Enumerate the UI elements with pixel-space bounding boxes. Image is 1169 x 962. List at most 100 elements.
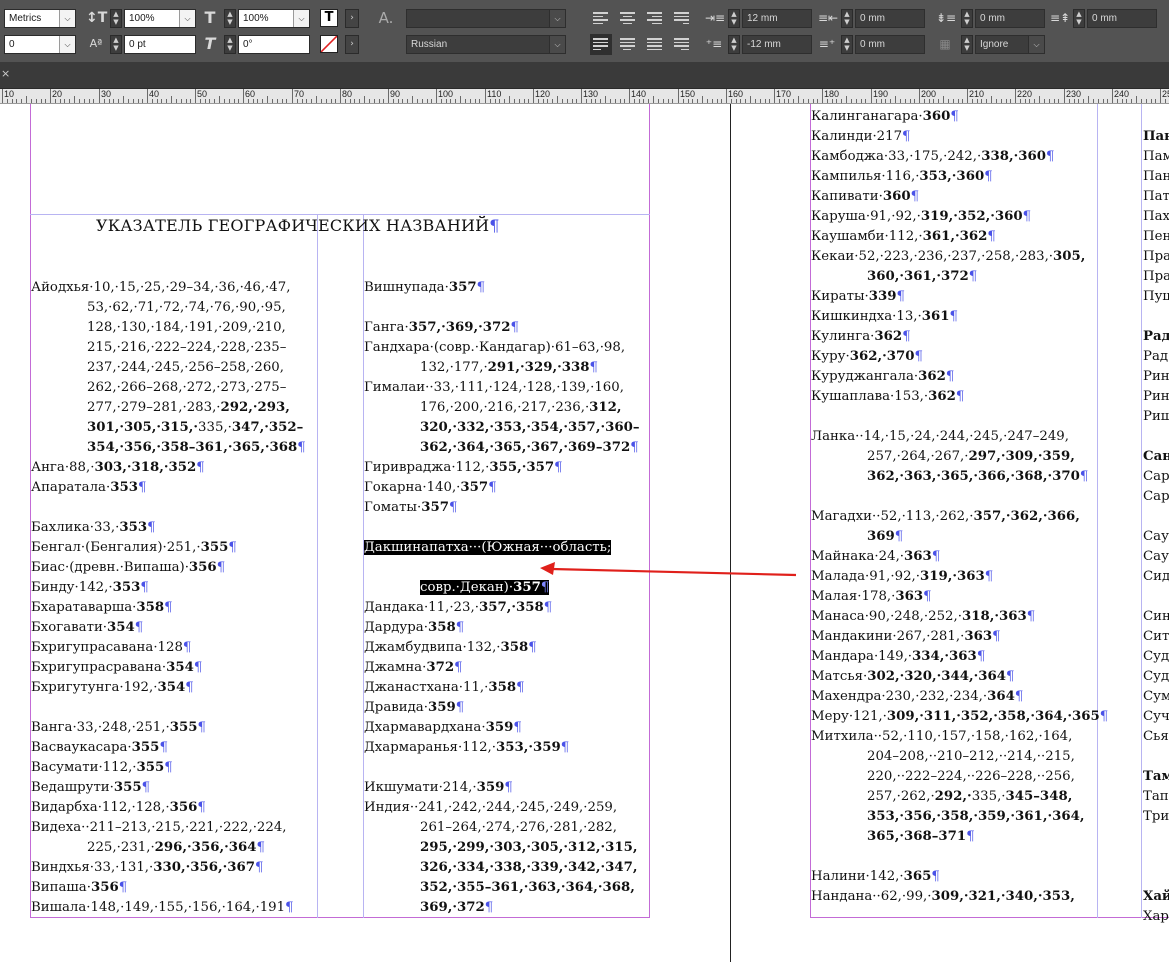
chevron-down-icon[interactable]: ⌵ [293,10,309,27]
bold-page-ref: 357,·369,·372 [408,320,511,335]
ruler-minor-tick [865,99,866,103]
justify-all-icon[interactable] [647,38,662,51]
ruler-minor-tick [663,99,664,103]
pilcrow: ¶ [140,580,149,595]
entry-segment: Пан [1143,169,1169,184]
right-indent-stepper[interactable]: ▲ ▼ [841,9,853,28]
last-line-indent-stepper[interactable]: ▲ ▼ [841,35,853,54]
bold-page-ref: 339 [868,289,897,304]
kerning-select[interactable]: Metrics ⌵ [4,9,76,28]
entry-text: 128,·130,·184,·191,·209,·210, [87,320,286,335]
chevron-right-icon[interactable]: › [345,9,359,28]
index-entry-line: Икшумати·214,·359¶ [364,778,650,798]
space-after-stepper[interactable]: ▲ ▼ [1073,9,1085,28]
space-before-field[interactable]: 0 mm [975,9,1045,28]
index-column-4[interactable]: Пан Пам Пан Пат Пах Пен Пра Пра Пуш Рад Рад Рин Рин Р… [1143,127,1169,927]
justify-left-icon[interactable] [590,34,612,55]
pilcrow: ¶ [543,600,553,615]
page-heading[interactable]: УКАЗАТЕЛЬ ГЕОГРАФИЧЕСКИХ НАЗВАНИЙ¶ [96,216,500,235]
entry-segment: Гоматы· [364,500,422,515]
language-select[interactable]: Russian ⌵ [406,35,566,54]
vertical-scale-stepper[interactable]: ▲ ▼ [110,9,122,28]
entry-text: Дандака·11,·23,·357,·358¶ [364,600,552,615]
ruler-major-tick [1015,89,1016,103]
font-style-select[interactable]: ⌵ [406,9,566,28]
column-guide [317,214,318,918]
entry-segment: 335,· [198,420,232,435]
justify-last-right-icon[interactable] [674,12,689,25]
pilcrow: ¶ [449,500,458,515]
entry-segment: Пах [1143,209,1169,224]
index-entry-line: Апаратала·353¶ [31,478,317,498]
tracking-field[interactable]: 0 ⌵ [4,35,76,54]
justify-right-icon[interactable] [674,38,689,51]
ruler-minor-tick [745,99,746,103]
first-line-indent-stepper[interactable]: ▲ ▼ [728,35,740,54]
index-entry-line: Гокарна·140,·357¶ [364,478,650,498]
pilcrow: ¶ [489,216,500,235]
align-left-icon[interactable] [593,12,608,25]
ruler-minor-tick [1122,99,1123,103]
grid-align-select[interactable]: Ignore ⌵ [975,35,1045,54]
horizontal-ruler[interactable]: 10 20 30 40 50 60 70 80 90 100 110 120 130 140 150 160 1… [0,89,1169,104]
right-indent-field[interactable]: 0 mm [855,9,925,28]
index-column-2[interactable]: Вишнупада·357¶ Ганга·357,·369,·372¶ Гандха… [364,278,650,918]
index-entry-line: 262,·266–268,·272,·273,·275– [31,378,317,398]
left-indent-field[interactable]: 12 mm [742,9,812,28]
left-indent-stepper[interactable]: ▲ ▼ [728,9,740,28]
entry-segment: Бхригупрасравана· [31,660,167,675]
entry-text: Налини·142,·365¶ [811,869,940,884]
justify-center-icon[interactable] [620,38,635,51]
ruler-minor-tick [1029,99,1030,103]
entry-text: Куруджангала·362¶ [811,369,954,384]
index-entry-line: Гоматы·357¶ [364,498,650,518]
skew-stepper[interactable]: ▲ ▼ [224,35,236,54]
index-column-1[interactable]: Айодхья·10,·15,·25,·29–34,·36,·46,·47, 53… [31,278,317,918]
align-center-icon[interactable] [620,12,635,25]
bold-page-ref: 353 [112,580,141,595]
chevron-right-icon[interactable]: › [345,35,359,54]
align-right-icon[interactable] [647,12,662,25]
chevron-down-icon[interactable]: ⌵ [179,10,195,27]
close-icon[interactable]: × [1,68,10,80]
ruler-minor-tick [104,99,105,103]
chevron-down-icon[interactable]: ⌵ [59,36,75,53]
space-after-field[interactable]: 0 mm [1087,9,1157,28]
index-entry-line: Куру·362,·370¶ [811,347,1099,367]
skew-field[interactable]: 0° [238,35,310,54]
horizontal-scale-field[interactable]: 100% ⌵ [238,9,310,28]
vertical-scale-field[interactable]: 100% ⌵ [124,9,196,28]
chevron-down-icon[interactable]: ⌵ [1028,36,1044,53]
grid-align-stepper[interactable]: ▲ ▼ [961,35,973,54]
entry-segment: Айодхья·10,·15,·25,·29–34,·36,·46,·47, [31,280,291,295]
chevron-down-icon[interactable]: ⌵ [549,36,565,53]
entry-segment: 176,·200,·216,·217,·236,· [420,400,590,415]
index-column-3[interactable]: Калинганагара·360¶ Калинди·217¶ Камбоджа·3… [811,107,1108,907]
index-entry-line: Пан [1143,127,1169,147]
ruler-minor-tick [1069,99,1070,103]
entry-text: Рин [1143,369,1169,384]
pilcrow: ¶ [1099,709,1109,724]
entry-segment: Хар [1143,909,1169,924]
bold-page-ref: 358 [427,620,456,635]
horizontal-scale-stepper[interactable]: ▲ ▼ [224,9,236,28]
entry-segment: Камбоджа·33,·175,·242,· [811,149,982,164]
chevron-down-icon[interactable]: ⌵ [59,10,75,27]
all-caps-icon[interactable]: T [320,9,338,27]
last-line-indent-field[interactable]: 0 mm [855,35,925,54]
baseline-shift-stepper[interactable]: ▲ ▼ [110,35,122,54]
bold-page-ref: 354 [157,680,186,695]
chevron-down-icon[interactable]: ⌵ [549,10,565,27]
index-entry-line: Васумати·112,·355¶ [31,758,317,778]
ruler-minor-tick [567,99,568,103]
entry-text: 261–264,·274,·276,·281,·282, [420,820,617,835]
strikethrough-icon[interactable] [320,35,338,53]
bold-page-ref: 369 [867,529,895,544]
entry-text: 204–208,··210–212,··214,··215, [867,749,1075,764]
space-before-value: 0 mm [980,13,1005,24]
space-before-stepper[interactable]: ▲ ▼ [961,9,973,28]
baseline-shift-field[interactable]: 0 pt [124,35,196,54]
first-line-indent-field[interactable]: -12 mm [742,35,812,54]
